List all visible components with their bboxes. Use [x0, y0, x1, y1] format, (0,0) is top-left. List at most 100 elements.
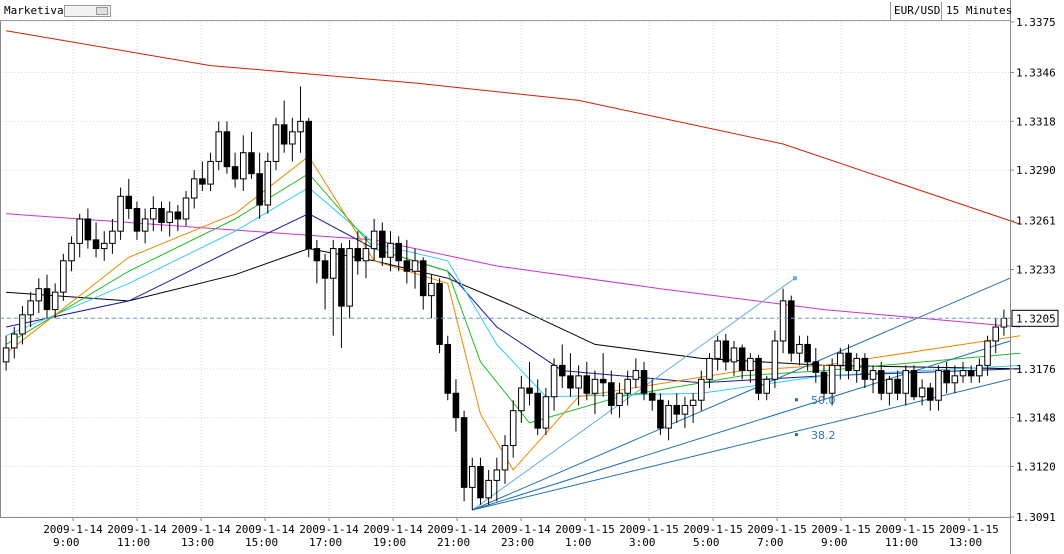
candle-down	[354, 248, 362, 262]
x-tick-date: 2009-1-14	[363, 523, 423, 536]
candle-down	[125, 195, 133, 209]
candle-up	[76, 218, 83, 244]
candle-down	[558, 364, 566, 377]
candle-down	[583, 375, 591, 394]
x-tick-date: 2009-1-14	[491, 523, 551, 536]
x-tick-time: 7:00	[757, 536, 784, 549]
candle-down	[967, 370, 975, 377]
candle-up	[370, 230, 378, 250]
candle-up	[35, 288, 43, 302]
candle-down	[419, 260, 427, 297]
x-tick-date: 2009-1-15	[683, 523, 743, 536]
candle-down	[313, 248, 321, 262]
candle-up	[190, 178, 198, 199]
candle-down	[460, 417, 468, 488]
fib-marker	[795, 433, 798, 437]
candle-up	[591, 378, 599, 394]
candle-up	[10, 333, 18, 349]
candle-down	[755, 357, 762, 394]
y-tick-label: 1.3120	[1016, 460, 1056, 473]
x-tick-time: 11:00	[117, 536, 150, 549]
candle-up	[109, 230, 116, 244]
y-tick-label: 1.3375	[1016, 16, 1056, 29]
candle-up	[706, 357, 713, 380]
candle-down	[231, 166, 239, 180]
candle-up	[68, 242, 75, 262]
candle-down	[526, 387, 533, 394]
candle-down	[599, 378, 607, 384]
x-tick-date: 2009-1-15	[939, 523, 999, 536]
candle-up	[918, 387, 926, 398]
candle-down	[648, 392, 656, 401]
fib-level-label: 38.2	[811, 429, 836, 442]
x-tick-time: 9:00	[821, 536, 848, 549]
candle-down	[248, 152, 255, 175]
candle-up	[509, 410, 517, 447]
candle-down	[305, 120, 312, 250]
x-tick-time: 21:00	[437, 536, 470, 549]
candle-up	[951, 375, 959, 384]
candle-down	[92, 239, 100, 250]
x-tick-time: 17:00	[309, 536, 342, 549]
candle-up	[387, 242, 394, 258]
x-tick-time: 19:00	[373, 536, 406, 549]
current-price-label: 1.3205	[1016, 312, 1056, 325]
candle-up	[681, 404, 689, 415]
header-bar	[0, 0, 1010, 20]
candle-up	[550, 364, 558, 398]
candle-down	[894, 378, 901, 394]
candle-down	[43, 288, 51, 311]
candle-down	[174, 211, 182, 220]
candle-down	[820, 371, 828, 394]
candle-down	[199, 178, 206, 185]
candle-up	[542, 396, 550, 429]
candle-down	[673, 404, 681, 415]
chart-background	[0, 0, 1064, 554]
y-tick-label: 1.3233	[1016, 264, 1056, 277]
candle-up	[853, 357, 860, 372]
candle-up	[828, 364, 836, 394]
x-tick-date: 2009-1-14	[171, 523, 231, 536]
candle-down	[927, 387, 934, 401]
candle-up	[689, 399, 697, 406]
candle-down	[321, 260, 329, 279]
candle-down	[395, 242, 402, 262]
candle-up	[485, 479, 492, 499]
x-tick-date: 2009-1-14	[235, 523, 295, 536]
candle-down	[84, 218, 92, 241]
candle-up	[501, 445, 509, 471]
candle-up	[100, 242, 108, 250]
candle-down	[338, 248, 345, 307]
candle-down	[657, 399, 664, 429]
candle-up	[329, 248, 337, 279]
candle-up	[117, 195, 124, 232]
x-tick-date: 2009-1-15	[811, 523, 871, 536]
candle-up	[976, 364, 983, 377]
x-tick-time: 1:00	[565, 536, 592, 549]
candle-up	[869, 370, 877, 380]
candle-down	[403, 260, 411, 272]
y-tick-label: 1.3290	[1016, 164, 1056, 177]
y-tick-label: 1.3346	[1016, 67, 1056, 80]
x-tick-date: 2009-1-15	[747, 523, 807, 536]
fib-level-label: 50.0	[811, 394, 836, 407]
candle-up	[698, 378, 705, 401]
candle-up	[575, 375, 582, 389]
candle-up	[902, 370, 910, 394]
candle-down	[280, 124, 288, 145]
candle-down	[943, 370, 950, 384]
candle-up	[796, 343, 803, 354]
selector-toggle-button[interactable]	[96, 7, 108, 15]
candle-down	[379, 230, 386, 258]
candle-up	[771, 340, 779, 380]
candle-up	[239, 152, 247, 180]
symbol-label: EUR/USD	[894, 4, 940, 17]
candle-up	[264, 160, 272, 206]
candle-up	[141, 218, 149, 232]
x-tick-date: 2009-1-15	[619, 523, 679, 536]
candle-down	[436, 282, 443, 345]
candle-up	[935, 370, 942, 401]
candle-up	[632, 370, 640, 380]
chart-window: 50.0 38.2 Marketiva EUR/USD 15 Minutes 1.…	[0, 0, 1064, 554]
y-tick-label: 1.3176	[1016, 363, 1056, 376]
